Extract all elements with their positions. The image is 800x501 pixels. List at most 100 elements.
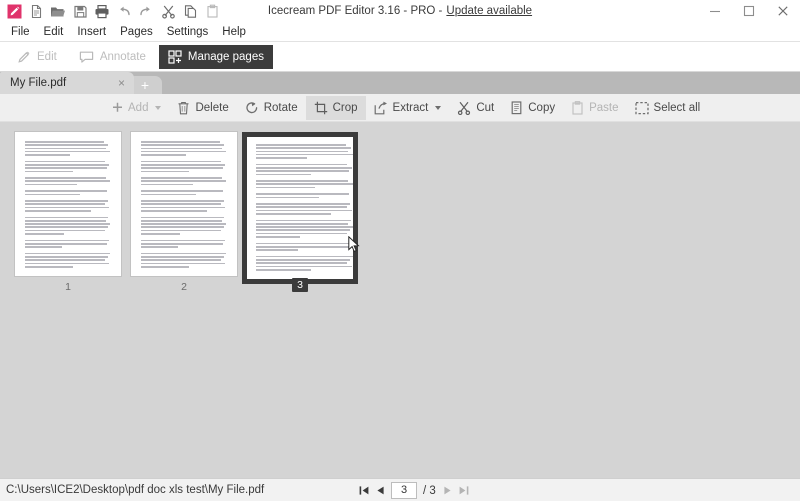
plus-icon	[112, 102, 123, 113]
print-icon[interactable]	[91, 1, 113, 21]
menu-item-edit[interactable]: Edit	[37, 23, 71, 41]
extract-button[interactable]: Extract	[366, 96, 450, 120]
text-line	[256, 183, 353, 186]
new-file-icon[interactable]	[25, 1, 47, 21]
page-preview[interactable]	[15, 132, 121, 276]
tab-annotate[interactable]: Annotate	[70, 45, 155, 69]
tab-edit-label: Edit	[37, 50, 57, 63]
text-line	[25, 177, 106, 179]
window-controls	[698, 0, 800, 22]
crop-button-label: Crop	[332, 101, 358, 114]
page-number-label: 2	[181, 281, 187, 293]
paste-button[interactable]: Paste	[563, 96, 626, 120]
text-paragraph	[141, 252, 227, 268]
text-paragraph	[141, 141, 227, 156]
text-line	[25, 164, 109, 166]
text-line	[141, 200, 224, 202]
close-tab-icon[interactable]: ×	[115, 77, 128, 89]
page-thumbnail-selected[interactable]: 3	[242, 132, 358, 298]
text-line	[25, 226, 108, 229]
text-line	[256, 219, 351, 222]
minimize-button[interactable]	[698, 0, 732, 22]
page-preview[interactable]	[242, 132, 358, 284]
tab-annotate-label: Annotate	[99, 50, 146, 63]
text-line	[256, 213, 331, 215]
first-page-button[interactable]	[358, 483, 371, 499]
redo-icon[interactable]	[135, 1, 157, 21]
text-paragraph	[256, 180, 353, 189]
extract-button-label: Extract	[392, 101, 429, 114]
menu-item-help[interactable]: Help	[215, 23, 253, 41]
menu-item-file[interactable]: File	[4, 23, 37, 41]
current-page-input[interactable]: 3	[391, 482, 417, 499]
delete-button[interactable]: Delete	[169, 96, 236, 120]
copy-icon[interactable]	[179, 1, 201, 21]
save-icon[interactable]	[69, 1, 91, 21]
text-line	[256, 259, 350, 261]
page-thumbnail-canvas[interactable]: 1 2 3	[0, 122, 800, 478]
text-line	[25, 219, 106, 222]
page-text-block	[131, 132, 237, 276]
page-text-block	[247, 137, 353, 279]
text-line	[141, 259, 221, 261]
add-button[interactable]: Add	[104, 96, 169, 120]
text-line	[256, 180, 348, 182]
cut-button[interactable]: Cut	[449, 96, 502, 120]
page-number-label: 3	[292, 278, 308, 292]
undo-icon[interactable]	[113, 1, 135, 21]
pencil-icon	[17, 50, 31, 64]
text-line	[25, 144, 108, 146]
text-line	[141, 252, 226, 255]
chevron-down-icon	[435, 105, 442, 110]
comment-bubble-icon	[79, 50, 94, 64]
text-line	[256, 163, 347, 166]
text-paragraph	[25, 216, 111, 235]
tab-manage-pages-label: Manage pages	[187, 50, 264, 63]
text-line	[141, 206, 225, 209]
crop-button[interactable]: Crop	[305, 95, 366, 120]
copy-button[interactable]: Copy	[502, 96, 563, 120]
menu-item-settings[interactable]: Settings	[160, 23, 216, 41]
paste-icon[interactable]	[201, 1, 223, 21]
tab-edit[interactable]: Edit	[8, 45, 66, 69]
text-line	[256, 222, 348, 225]
text-line	[141, 154, 186, 156]
page-navigation: 3 / 3	[358, 479, 470, 501]
text-paragraph	[25, 190, 111, 196]
rotate-button[interactable]: Rotate	[237, 96, 306, 120]
last-page-button[interactable]	[457, 483, 470, 499]
menu-item-insert[interactable]: Insert	[70, 23, 113, 41]
text-line	[256, 157, 307, 159]
close-button[interactable]	[766, 0, 800, 22]
maximize-button[interactable]	[732, 0, 766, 22]
text-line	[141, 180, 226, 183]
tab-manage-pages[interactable]: Manage pages	[158, 44, 273, 69]
text-line	[141, 223, 226, 225]
open-folder-icon[interactable]	[47, 1, 69, 21]
update-available-link[interactable]: Update available	[446, 5, 532, 17]
thumbnail-row: 1 2 3	[0, 122, 800, 298]
next-page-button[interactable]	[441, 483, 454, 499]
text-line	[25, 170, 73, 173]
text-line	[25, 259, 105, 261]
text-line	[256, 255, 353, 258]
text-line	[25, 193, 80, 196]
edit-pen-icon[interactable]	[3, 1, 25, 21]
document-tab[interactable]: My File.pdf ×	[0, 72, 134, 94]
page-thumbnail[interactable]: 2	[126, 132, 242, 293]
page-number-label: 1	[65, 281, 71, 293]
page-preview[interactable]	[131, 132, 237, 276]
previous-page-button[interactable]	[374, 483, 387, 499]
text-line	[256, 167, 352, 169]
select-all-button[interactable]: Select all	[627, 96, 709, 120]
text-line	[25, 150, 110, 153]
quick-access-toolbar	[0, 1, 223, 21]
rotate-icon	[245, 101, 259, 115]
text-line	[141, 226, 224, 229]
text-line	[25, 160, 105, 163]
menu-item-pages[interactable]: Pages	[113, 23, 160, 41]
page-thumbnail[interactable]: 1	[10, 132, 126, 293]
cut-scissors-icon[interactable]	[157, 1, 179, 21]
text-line	[25, 223, 110, 225]
document-tab-strip: My File.pdf × +	[0, 72, 800, 94]
